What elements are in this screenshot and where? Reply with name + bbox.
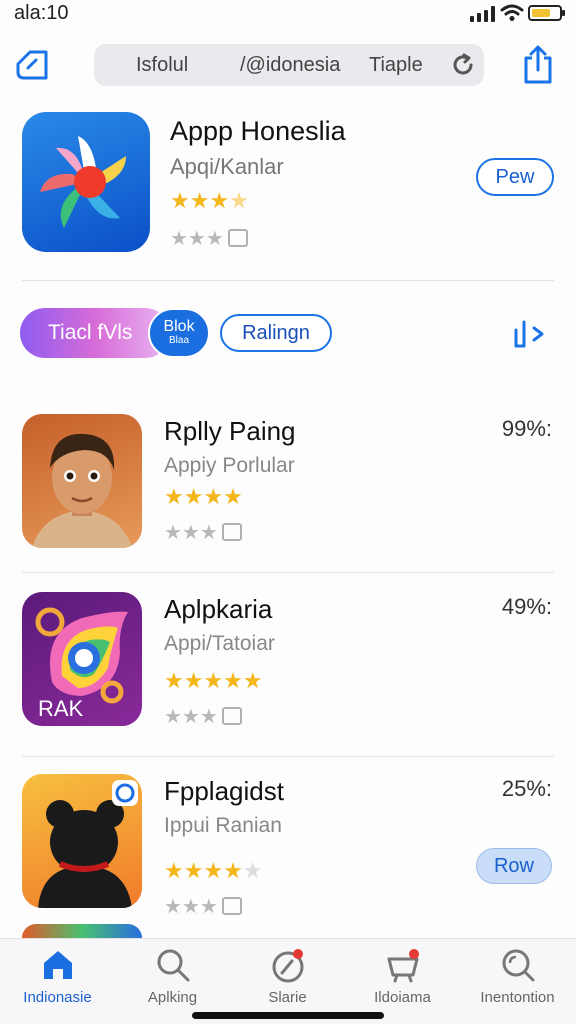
secondary-rating: ★★★ (170, 226, 248, 251)
status-bar: ala:10 (0, 0, 576, 30)
app-percent: 25%: (501, 776, 552, 801)
app-icon-portrait[interactable] (22, 414, 142, 548)
tab-inspect[interactable]: Inentontion (460, 939, 575, 1025)
share-icon[interactable] (520, 44, 556, 86)
shopping-bag-icon (227, 229, 248, 247)
status-time: ala:10 (14, 2, 69, 24)
star-rating: ★★★★★ (164, 858, 263, 883)
battery-icon (528, 5, 565, 21)
app-subtitle: Ippui Ranian (164, 814, 282, 837)
divider (22, 280, 554, 281)
magnifier-icon (502, 949, 534, 982)
wifi-icon (500, 4, 524, 21)
star-rating: ★★★★★ (164, 668, 263, 693)
cellular-signal-icon (470, 6, 495, 22)
app-title: Fpplagidst (164, 776, 284, 806)
app-action-button[interactable]: Row (476, 848, 552, 884)
top-navigation-bar: Isfolul /@idonesia Tiaple (0, 40, 576, 90)
segment-2[interactable]: /@idonesia (240, 54, 340, 77)
list-item[interactable]: RAK Aplpkaria Appi/Tatoiar 49%: ★★★★★ ★★… (22, 592, 562, 729)
back-arrow-icon[interactable] (12, 46, 52, 86)
app-subtitle: Appi/Tatoiar (164, 632, 275, 655)
featured-app-title: Appp Honeslia (170, 116, 346, 146)
shopping-bag-icon (221, 523, 242, 541)
secondary-rating: ★★★ (164, 894, 242, 919)
shopping-bag-icon (221, 897, 242, 915)
secondary-rating: ★★★ (164, 704, 242, 729)
featured-get-button[interactable]: Pew (476, 158, 554, 196)
chip-rating[interactable]: Ralingn (220, 314, 332, 352)
basket-icon (387, 949, 419, 983)
app-percent: 99%: (501, 416, 552, 441)
app-title: Aplpkaria (164, 594, 273, 624)
search-icon (157, 949, 189, 982)
divider (22, 572, 554, 573)
segment-1[interactable]: Isfolul (136, 54, 188, 77)
star-rating: ★★★★ (170, 188, 249, 213)
app-percent: 49%: (501, 594, 552, 619)
app-icon-partial (22, 924, 142, 938)
app-subtitle: Appiy Porlular (164, 454, 295, 477)
reload-icon[interactable] (450, 52, 476, 78)
star-rating: ★★★★ (164, 484, 243, 509)
app-icon-rainbow[interactable]: RAK (22, 592, 142, 726)
sort-icon[interactable] (510, 316, 550, 352)
list-item[interactable]: Fpplagidst Ippui Ranian 25%: ★★★★★ ★★★ R… (22, 774, 562, 918)
featured-app-subtitle: Apqi/Kanlar (170, 154, 284, 179)
pinwheel-icon (40, 136, 126, 228)
filter-chips: Tiacl fVls Blok Blaa Ralingn (20, 308, 560, 358)
segmented-search-bar[interactable]: Isfolul /@idonesia Tiaple (94, 44, 484, 86)
chip-block[interactable]: Blok Blaa (148, 308, 210, 358)
home-icon (43, 951, 72, 979)
segment-3[interactable]: Tiaple (369, 54, 423, 77)
shopping-bag-icon (221, 707, 242, 725)
list-item[interactable]: Rplly Paing Appiy Porlular 99%: ★★★★ ★★★ (22, 414, 562, 548)
app-icon-bear[interactable] (22, 774, 142, 908)
app-title: Rplly Paing (164, 416, 296, 446)
divider (22, 756, 554, 757)
compass-icon (272, 949, 303, 983)
tab-home[interactable]: Indionasie (0, 939, 115, 1025)
home-indicator (192, 1012, 384, 1019)
featured-app-card[interactable]: Appp Honeslia Apqi/Kanlar ★★★★ ★★★ Pew (22, 112, 562, 252)
secondary-rating: ★★★ (164, 520, 242, 545)
featured-app-icon[interactable] (22, 112, 150, 252)
app-icon-text: RAK (38, 696, 84, 721)
